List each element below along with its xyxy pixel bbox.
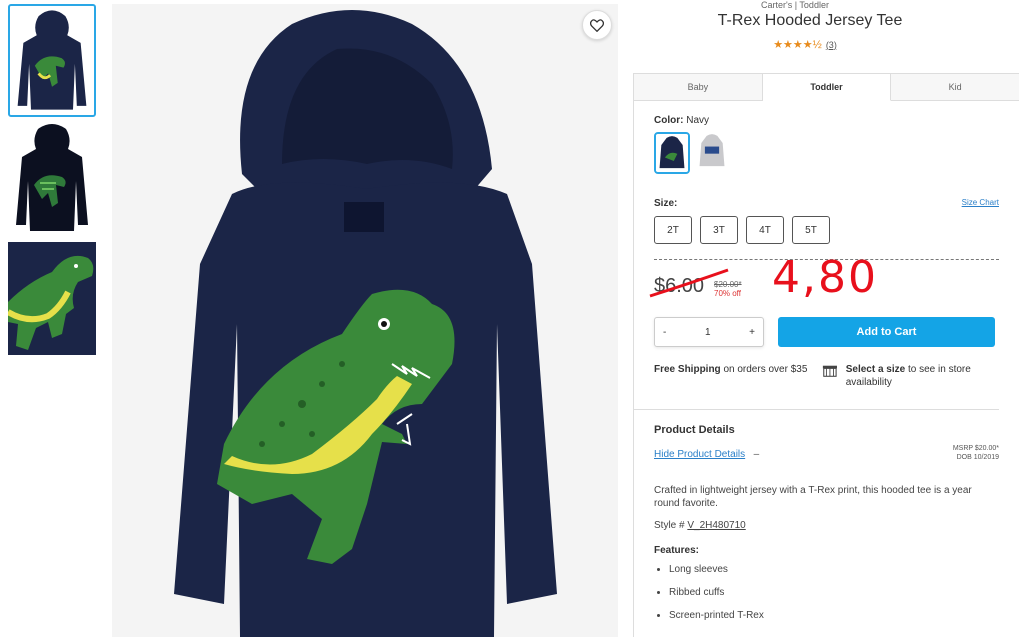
rating[interactable]: ★★★★½ (3) [580, 38, 1019, 51]
tab-kid[interactable]: Kid [891, 74, 1019, 100]
product-description: Crafted in lightweight jersey with a T-R… [654, 485, 972, 509]
style-number: Style # V_2H480710 [654, 520, 999, 531]
decrement-button[interactable]: - [663, 327, 666, 338]
size-3t-button[interactable]: 3T [700, 216, 738, 244]
size-5t-button[interactable]: 5T [792, 216, 830, 244]
thumbnail-gallery [8, 4, 98, 361]
swatch-navy[interactable] [654, 132, 690, 174]
divider [634, 409, 999, 410]
navy-shirt-swatch-image [656, 134, 688, 172]
color-label: Color: [654, 115, 684, 126]
style-value: V_2H480710 [687, 520, 746, 531]
store-availability: Select a size to see in store availabili… [822, 363, 999, 389]
star-rating-icon: ★★★★½ [773, 39, 822, 51]
thumbnail-front[interactable] [8, 4, 96, 117]
thumbnail-closeup[interactable] [8, 242, 96, 355]
main-product-image [112, 4, 618, 637]
size-4t-button[interactable]: 4T [746, 216, 784, 244]
color-selector: Color: Navy [654, 115, 999, 126]
size-chart-link[interactable]: Size Chart [962, 198, 999, 209]
msrp-value: MSRP $20.00* [952, 445, 999, 452]
shipping-info: Free Shipping on orders over $35 Select … [654, 363, 999, 389]
color-value: Navy [686, 115, 710, 126]
store-availability-bold: Select a size [845, 364, 906, 375]
product-title: T-Rex Hooded Jersey Tee [717, 12, 903, 29]
handwritten-price-note: 4,80 [772, 252, 878, 303]
add-to-cart-button[interactable]: Add to Cart [778, 317, 995, 347]
size-header: Size: Size Chart [654, 198, 999, 209]
size-label: Size: [654, 198, 678, 209]
quantity-value[interactable]: 1 [705, 327, 711, 338]
features-heading: Features: [654, 545, 700, 556]
product-header: Carter's | Toddler T-Rex Hooded Jersey T… [640, 0, 1019, 51]
list-item: Screen-printed T-Rex [669, 610, 999, 621]
dob-value: DOB 10/2019 [956, 454, 999, 461]
details-toggle-row: Hide Product Details – MSRP $20.00* DOB … [654, 444, 999, 462]
collapse-icon[interactable]: – [754, 449, 760, 460]
quantity-stepper[interactable]: - 1 + [654, 317, 764, 347]
original-price: $20.00* [714, 280, 742, 289]
shirt-front-thumb-image [10, 6, 94, 115]
cart-row: - 1 + Add to Cart [654, 317, 999, 347]
color-swatches [654, 132, 999, 174]
shirt-glow-thumb-image [8, 123, 96, 236]
hoodie-illustration [112, 4, 618, 637]
grey-shirt-swatch-image [696, 132, 728, 170]
store-availability-text: Select a size to see in store availabili… [846, 363, 999, 389]
product-details-heading: Product Details [654, 424, 735, 436]
thumbnail-glow[interactable] [8, 123, 96, 236]
free-shipping-rest: on orders over $35 [720, 364, 808, 375]
tab-baby[interactable]: Baby [634, 74, 763, 100]
discount-percent: 70% off [714, 289, 741, 298]
size-2t-button[interactable]: 2T [654, 216, 692, 244]
purchase-panel: Baby Toddler Kid Color: Navy Size: Size … [633, 73, 1019, 637]
style-label: Style # [654, 520, 685, 531]
list-item: Long sleeves [669, 564, 999, 575]
swatch-grey[interactable] [696, 132, 732, 174]
free-shipping-text: Free Shipping on orders over $35 [654, 363, 818, 389]
breadcrumb[interactable]: Carter's | Toddler [560, 0, 1019, 10]
review-count-link[interactable]: (3) [826, 40, 837, 50]
price-block: $6.00 $20.00* 70% off 4,80 [649, 252, 999, 313]
list-item: Ribbed cuffs [669, 587, 999, 598]
trex-closeup-thumb-image [8, 242, 96, 355]
size-options: 2T 3T 4T 5T [654, 216, 999, 244]
store-icon [822, 365, 837, 377]
features-list: Long sleeves Ribbed cuffs Screen-printed… [654, 564, 999, 621]
age-tabs: Baby Toddler Kid [634, 74, 1019, 101]
msrp-info: MSRP $20.00* DOB 10/2019 [953, 444, 999, 462]
free-shipping-bold: Free Shipping [654, 364, 721, 375]
increment-button[interactable]: + [749, 327, 755, 338]
tab-toddler[interactable]: Toddler [762, 74, 892, 101]
hide-details-link[interactable]: Hide Product Details [654, 449, 745, 460]
